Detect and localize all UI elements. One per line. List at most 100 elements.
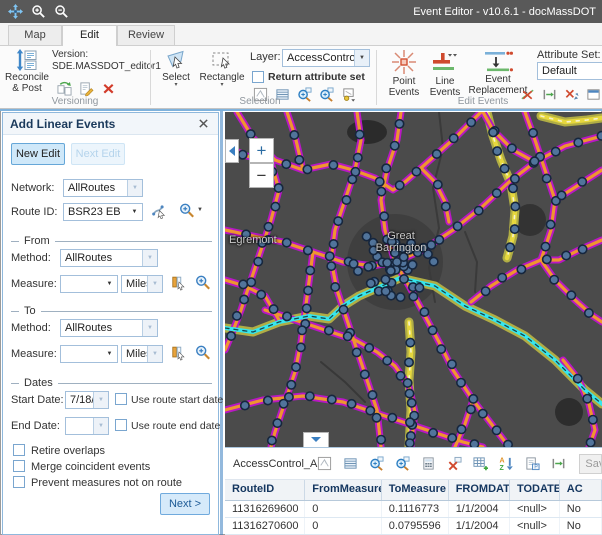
from-method-combo[interactable]: AllRoutes▼	[60, 249, 158, 267]
prevent-measures-label: Prevent measures not on route	[31, 477, 182, 489]
column-header[interactable]: AC	[560, 480, 602, 500]
merge-coincident-checkbox[interactable]	[13, 460, 25, 472]
map-zoom-out-button[interactable]: −	[249, 163, 274, 188]
delete-version-icon[interactable]	[100, 80, 116, 96]
use-route-start-date-label: Use route start date	[131, 394, 223, 406]
network-combo[interactable]: AllRoutes ▼	[63, 179, 143, 197]
column-header[interactable]: ToMeasure	[382, 480, 449, 500]
map-view[interactable]: Egremont GreatBarrington + −	[225, 112, 602, 447]
clear-selection-icon[interactable]	[340, 86, 356, 102]
move-measure-icon[interactable]	[541, 86, 557, 102]
column-header[interactable]: FROMDATE	[449, 480, 510, 500]
column-header[interactable]: RouteID	[225, 480, 305, 500]
next-button[interactable]: Next >	[160, 493, 210, 515]
next-edit-button[interactable]: Next Edit	[71, 143, 125, 165]
close-panel-icon[interactable]	[195, 116, 211, 132]
select-route-on-map-icon[interactable]	[151, 202, 167, 218]
pan-icon[interactable]	[6, 3, 24, 21]
to-method-combo[interactable]: AllRoutes▼	[60, 319, 158, 337]
collapse-table-button[interactable]	[303, 432, 329, 447]
select-icon	[165, 49, 187, 71]
zoom-out-tool-icon[interactable]	[52, 3, 70, 21]
attribute-set-combo[interactable]: Default	[537, 62, 602, 80]
use-route-start-date-checkbox[interactable]	[115, 393, 127, 405]
rectangle-icon	[211, 49, 233, 71]
table-show-selected-icon[interactable]	[343, 456, 358, 472]
svg-text:A: A	[500, 458, 505, 465]
title-bar: Event Editor - v10.6.1 - docMassDOT	[0, 0, 602, 23]
table-properties-icon[interactable]: P	[525, 456, 540, 472]
event-replacement-icon	[483, 49, 513, 73]
new-version-icon[interactable]	[78, 80, 94, 96]
use-route-end-date-checkbox[interactable]	[115, 419, 127, 431]
from-measure-pick-icon[interactable]	[171, 274, 187, 290]
end-date-label: End Date:	[11, 420, 60, 432]
tab-edit[interactable]: Edit	[62, 25, 117, 46]
start-date-combo[interactable]: 7/18/▼	[65, 391, 109, 409]
from-unit-combo[interactable]: Miles▼	[121, 275, 163, 293]
table-row[interactable]: 11316270600 0 0.0795596 1/1/2004 <null> …	[225, 518, 602, 535]
table-row[interactable]: 11316269600 0 0.1116773 1/1/2004 <null> …	[225, 501, 602, 518]
collapse-panel-button[interactable]	[225, 139, 239, 163]
to-measure-combo[interactable]: ▼	[60, 345, 118, 363]
return-attribute-set-checkbox[interactable]	[252, 71, 264, 83]
layer-label: Layer:	[250, 51, 281, 63]
from-measure-combo[interactable]: ▼	[60, 275, 118, 293]
route-id-combo[interactable]: BSR23 EB ▼	[63, 203, 143, 221]
retire-overlaps-checkbox[interactable]	[13, 444, 25, 456]
tab-review[interactable]: Review	[117, 25, 175, 45]
to-zoom-icon[interactable]	[195, 344, 211, 360]
point-events-button[interactable]: Point Events	[384, 49, 424, 98]
new-edit-button[interactable]: New Edit	[11, 143, 65, 165]
cell: 0.1116773	[382, 501, 449, 517]
cell: 1/1/2004	[449, 501, 510, 517]
route-id-value: BSR23 EB	[64, 206, 127, 218]
prevent-measures-checkbox[interactable]	[13, 476, 25, 488]
table-pan-selected-icon[interactable]	[395, 456, 410, 472]
svg-text:Z: Z	[500, 465, 505, 471]
table-add-icon[interactable]	[473, 456, 488, 472]
to-measure-pick-icon[interactable]	[171, 344, 187, 360]
table-split-icon[interactable]	[551, 456, 566, 472]
add-linear-events-panel: Add Linear Events New Edit Next Edit Net…	[2, 112, 219, 535]
line-events-button[interactable]: Line Events	[426, 49, 464, 98]
cell: 11316270600	[225, 518, 305, 534]
end-date-combo[interactable]: ▼	[65, 417, 109, 435]
reconcile-post-button[interactable]: Reconcile & Post	[4, 49, 50, 94]
rectangle-button[interactable]: Rectangle ▾	[198, 49, 246, 88]
panel-splitter[interactable]	[220, 111, 223, 535]
edit-attributes-icon[interactable]	[585, 86, 601, 102]
table-save-button[interactable]: Save	[579, 454, 602, 474]
column-header[interactable]: TODATE	[510, 480, 560, 500]
to-measure-label: Measure:	[11, 348, 57, 360]
layer-combo[interactable]: AccessControl_A ▼	[282, 49, 370, 67]
cell: <null>	[510, 501, 560, 517]
map-zoom-in-button[interactable]: +	[249, 138, 274, 163]
table-sort-icon[interactable]: AZ	[499, 456, 514, 472]
table-source-label: AccessControl_A	[233, 458, 317, 470]
layer-combo-arrow[interactable]: ▼	[354, 50, 369, 66]
table-calculate-icon[interactable]	[421, 456, 436, 472]
select-button[interactable]: Select ▾	[156, 49, 196, 88]
zoom-to-route-icon[interactable]: ▼	[179, 202, 203, 218]
selection-group-label: Selection	[215, 96, 305, 107]
split-event-icon[interactable]	[563, 86, 579, 102]
attribute-set-label: Attribute Set:	[537, 49, 601, 61]
switch-version-icon[interactable]	[56, 80, 72, 96]
cell: <null>	[510, 518, 560, 534]
cell: 0	[305, 518, 381, 534]
zoom-in-tool-icon[interactable]	[29, 3, 47, 21]
window-title: Event Editor - v10.6.1 - docMassDOT	[413, 6, 596, 18]
ribbon: Reconcile & Post Version: SDE.MASSDOT_ed…	[0, 45, 602, 109]
table-select-icon[interactable]	[317, 456, 332, 472]
table-zoom-selected-icon[interactable]	[369, 456, 384, 472]
to-unit-combo[interactable]: Miles▼	[121, 345, 163, 363]
line-events-label: Line Events	[430, 76, 461, 98]
from-zoom-icon[interactable]	[195, 274, 211, 290]
table-clear-selection-icon[interactable]	[447, 456, 462, 472]
pan-to-selection-icon[interactable]	[318, 86, 334, 102]
map-canvas[interactable]	[225, 112, 602, 447]
column-header[interactable]: FromMeasure	[305, 480, 381, 500]
tab-map[interactable]: Map	[8, 25, 62, 45]
from-method-label: Method:	[11, 252, 51, 264]
